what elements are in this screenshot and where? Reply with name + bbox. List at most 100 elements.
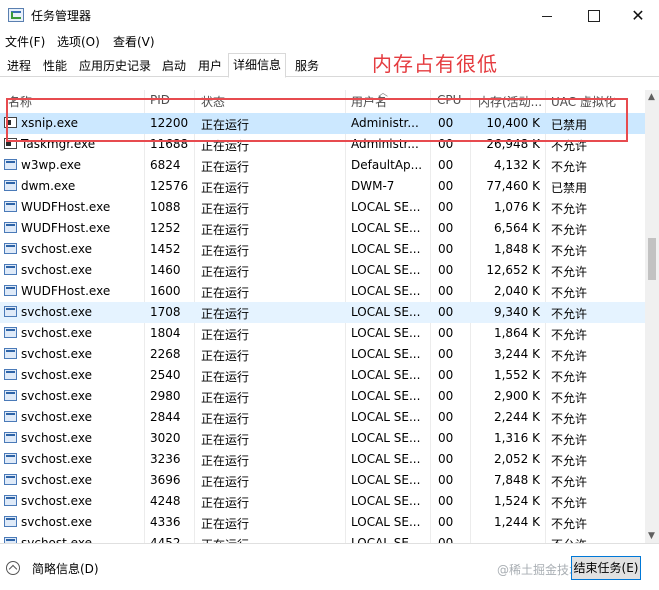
process-user: DefaultAp... (351, 158, 423, 172)
process-pid: 3696 (150, 473, 181, 487)
process-icon (4, 306, 17, 317)
process-status: 正在运行 (201, 223, 250, 237)
sort-up-icon: ︿ (378, 88, 388, 99)
tab-details[interactable]: 详细信息 (228, 53, 287, 78)
process-name: svchost.exe (21, 536, 92, 543)
tab-processes[interactable]: 进程 (2, 55, 36, 77)
process-name: svchost.exe (21, 431, 92, 445)
table-row[interactable]: svchost.exe 4452 正在运行 LOCAL SE... 00 不允许 (0, 533, 645, 543)
process-pid: 4336 (150, 515, 181, 529)
process-cpu: 00 (438, 389, 454, 403)
process-pid: 4248 (150, 494, 181, 508)
table-row[interactable]: WUDFHost.exe 1252 正在运行 LOCAL SE... 00 6,564 K… (0, 218, 645, 239)
process-user: LOCAL SE... (351, 473, 421, 487)
highlight-box (6, 98, 628, 142)
process-memory: 6,564 K (493, 221, 540, 235)
process-icon (4, 411, 17, 422)
process-uac: 不允许 (551, 349, 588, 363)
process-uac: 不允许 (551, 307, 588, 321)
menu-view[interactable]: 查看(V) (113, 33, 155, 50)
process-cpu: 00 (438, 536, 454, 543)
fewer-details-link[interactable]: 简略信息(D) (32, 560, 99, 577)
process-memory: 1,524 K (493, 494, 540, 508)
tab-services[interactable]: 服务 (290, 55, 324, 77)
process-memory: 7,848 K (493, 473, 540, 487)
process-name: svchost.exe (21, 494, 92, 508)
process-memory: 1,848 K (493, 242, 540, 256)
menu-file[interactable]: 文件(F) (5, 33, 45, 50)
table-row[interactable]: WUDFHost.exe 1600 正在运行 LOCAL SE... 00 2,040 K… (0, 281, 645, 302)
tab-bar: 进程 性能 应用历史记录 启动 用户 详细信息 服务 (0, 53, 659, 78)
process-uac: 不允许 (551, 202, 588, 216)
process-status: 正在运行 (201, 202, 250, 216)
process-status: 正在运行 (201, 160, 250, 174)
table-row[interactable]: svchost.exe 1460 正在运行 LOCAL SE... 00 12,652 K… (0, 260, 645, 281)
table-row[interactable]: svchost.exe 2540 正在运行 LOCAL SE... 00 1,552 K 不… (0, 365, 645, 386)
table-row[interactable]: svchost.exe 1452 正在运行 LOCAL SE... 00 1,848 K 不… (0, 239, 645, 260)
vertical-scrollbar[interactable]: ▲ ▼ (645, 90, 659, 543)
table-row[interactable]: svchost.exe 4336 正在运行 LOCAL SE... 00 1,244 K 不… (0, 512, 645, 533)
annotation-text: 内存占有很低 (372, 52, 498, 76)
process-status: 正在运行 (201, 433, 250, 447)
process-icon (4, 495, 17, 506)
process-uac: 不允许 (551, 223, 588, 237)
end-task-button[interactable]: 结束任务(E) (571, 556, 641, 580)
process-name: svchost.exe (21, 326, 92, 340)
process-status: 正在运行 (201, 349, 250, 363)
table-row[interactable]: w3wp.exe 6824 正在运行 DefaultAp... 00 4,132 K 不允许 (0, 155, 645, 176)
table-row[interactable]: svchost.exe 2844 正在运行 LOCAL SE... 00 2,244 K 不… (0, 407, 645, 428)
process-memory: 1,244 K (493, 515, 540, 529)
process-cpu: 00 (438, 242, 454, 256)
process-icon (4, 264, 17, 275)
process-name: svchost.exe (21, 305, 92, 319)
process-uac: 不允许 (551, 370, 588, 384)
table-row[interactable]: svchost.exe 1804 正在运行 LOCAL SE... 00 1,864 K 不… (0, 323, 645, 344)
process-user: LOCAL SE... (351, 305, 421, 319)
menu-bar: 文件(F) 选项(O) 查看(V) (0, 31, 659, 51)
process-user: LOCAL SE... (351, 452, 421, 466)
minimize-button[interactable] (524, 0, 570, 31)
close-icon: ✕ (631, 6, 645, 25)
process-user: LOCAL SE... (351, 263, 421, 277)
tab-users[interactable]: 用户 (193, 55, 227, 77)
process-cpu: 00 (438, 326, 454, 340)
table-row[interactable]: svchost.exe 3236 正在运行 LOCAL SE... 00 2,052 K 不… (0, 449, 645, 470)
scroll-up-icon[interactable]: ▲ (648, 92, 655, 102)
close-button[interactable]: ✕ (615, 0, 659, 31)
scroll-thumb[interactable] (648, 238, 656, 280)
process-name: WUDFHost.exe (21, 200, 111, 214)
process-user: LOCAL SE... (351, 200, 421, 214)
process-uac: 不允许 (551, 265, 588, 279)
process-user: LOCAL SE... (351, 326, 421, 340)
tab-startup[interactable]: 启动 (157, 55, 191, 77)
process-uac: 不允许 (551, 328, 588, 342)
process-cpu: 00 (438, 473, 454, 487)
process-uac: 不允许 (551, 496, 588, 510)
table-row[interactable]: svchost.exe 1708 正在运行 LOCAL SE... 00 9,340 K 不… (0, 302, 645, 323)
table-row[interactable]: dwm.exe 12576 正在运行 DWM-7 00 77,460 K 已禁用 (0, 176, 645, 197)
tab-app-history[interactable]: 应用历史记录 (74, 55, 156, 77)
process-icon (4, 180, 17, 191)
table-row[interactable]: svchost.exe 3020 正在运行 LOCAL SE... 00 1,316 K 不… (0, 428, 645, 449)
process-icon (4, 159, 17, 170)
process-cpu: 00 (438, 200, 454, 214)
process-status: 正在运行 (201, 517, 250, 531)
process-status: 正在运行 (201, 181, 250, 195)
table-row[interactable]: svchost.exe 2980 正在运行 LOCAL SE... 00 2,900 K 不… (0, 386, 645, 407)
chevron-up-circle-icon[interactable] (6, 561, 20, 575)
tab-performance[interactable]: 性能 (38, 55, 72, 77)
process-user: LOCAL SE... (351, 242, 421, 256)
maximize-button[interactable] (571, 0, 617, 31)
scroll-down-icon[interactable]: ▼ (648, 531, 655, 541)
table-row[interactable]: svchost.exe 3696 正在运行 LOCAL SE... 00 7,848 K 不… (0, 470, 645, 491)
process-name: svchost.exe (21, 452, 92, 466)
table-row[interactable]: svchost.exe 4248 正在运行 LOCAL SE... 00 1,524 K 不… (0, 491, 645, 512)
menu-options[interactable]: 选项(O) (57, 33, 100, 50)
window-title: 任务管理器 (31, 9, 92, 23)
process-icon (4, 432, 17, 443)
process-table: xsnip.exe 12200 正在运行 Administr... 00 10,400 K… (0, 113, 645, 543)
table-row[interactable]: WUDFHost.exe 1088 正在运行 LOCAL SE... 00 1,076 K… (0, 197, 645, 218)
process-pid: 1600 (150, 284, 181, 298)
process-pid: 1452 (150, 242, 181, 256)
table-row[interactable]: svchost.exe 2268 正在运行 LOCAL SE... 00 3,244 K 不… (0, 344, 645, 365)
